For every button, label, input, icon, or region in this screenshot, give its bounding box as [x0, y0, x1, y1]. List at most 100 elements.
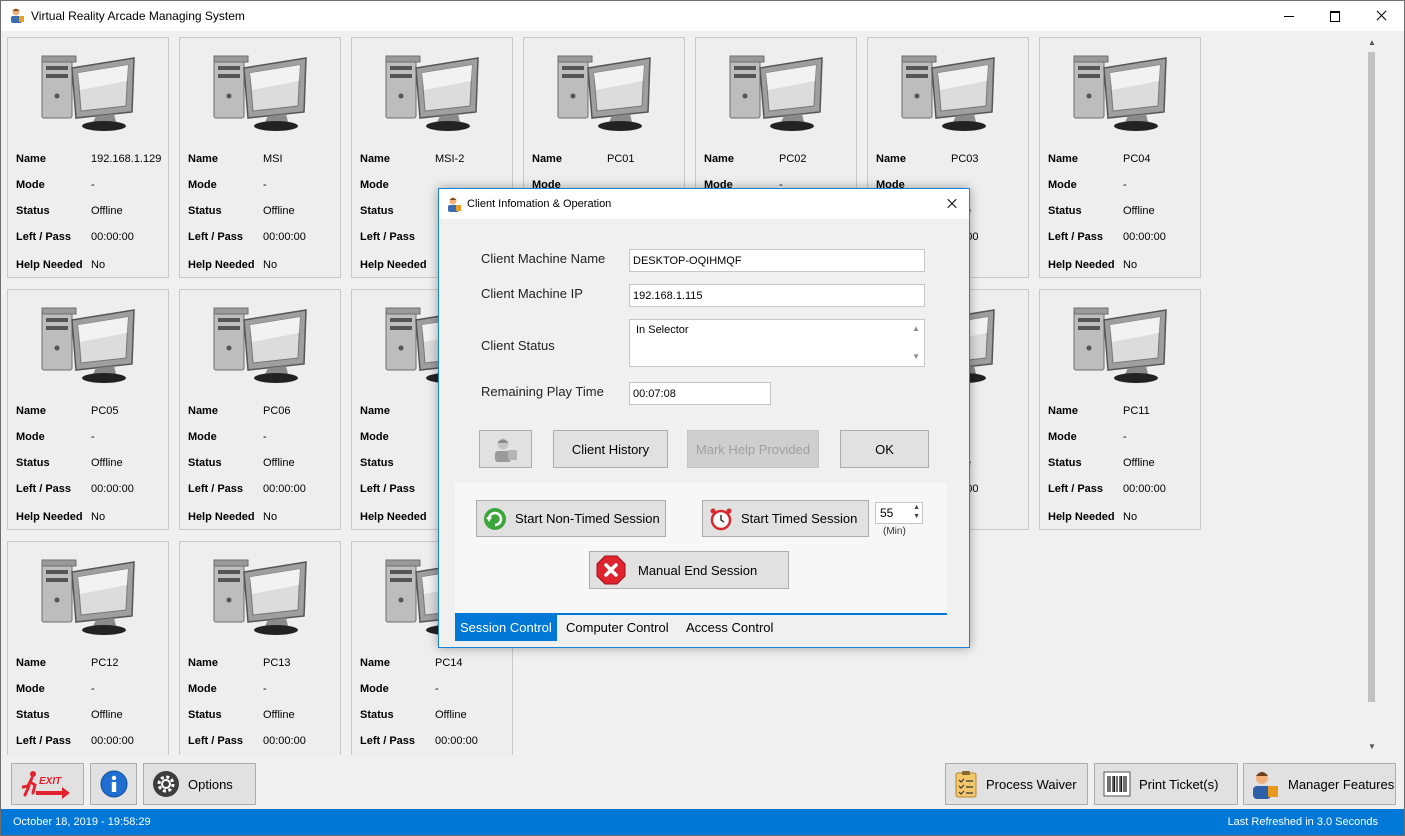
status-scroll-up-icon[interactable]: ▲	[912, 324, 920, 333]
barcode-icon	[1103, 771, 1131, 797]
pc-name-value: 192.168.1.129	[91, 153, 162, 165]
pc-mode-label: Mode	[188, 431, 217, 443]
bottom-toolbar: EXIT Options Process Waiver Print Ticket…	[1, 755, 1404, 810]
pc-status-label: Status	[188, 709, 222, 721]
minutes-unit: (Min)	[883, 526, 906, 537]
pc-card[interactable]: Name MSI Mode - Status Offline Left / Pass 00:0…	[179, 37, 341, 278]
pc-card[interactable]: Name PC06 Mode - Status Offline Left / Pass 00:…	[179, 289, 341, 530]
user-photo-button[interactable]	[479, 430, 532, 468]
start-timed-session-button[interactable]: Start Timed Session	[702, 500, 869, 537]
title-bar: Virtual Reality Arcade Managing System	[1, 1, 1404, 31]
tab-access-control[interactable]: Access Control	[681, 615, 778, 641]
pc-help-value: No	[263, 511, 278, 523]
dialog-title-bar: Client Infomation & Operation	[439, 189, 969, 219]
pc-mode-label: Mode	[1048, 431, 1077, 443]
remaining-time-field[interactable]	[629, 382, 771, 405]
pc-status-label: Status	[16, 205, 50, 217]
info-button[interactable]	[90, 763, 137, 805]
exit-running-icon: EXIT	[21, 771, 70, 799]
scroll-up-icon[interactable]: ▲	[1367, 37, 1377, 49]
computer-icon	[385, 55, 479, 131]
process-waiver-label: Process Waiver	[986, 776, 1077, 792]
stepper-down-icon[interactable]: ▼	[913, 513, 920, 520]
minutes-stepper[interactable]: 55 ▲ ▼	[875, 502, 923, 524]
pc-help-value: No	[263, 259, 278, 271]
tab-session-control[interactable]: Session Control	[455, 615, 557, 641]
pc-status-label: Status	[16, 709, 50, 721]
scroll-thumb[interactable]	[1368, 52, 1375, 702]
pc-mode-label: Mode	[16, 179, 45, 191]
app-user-icon	[11, 8, 24, 23]
machine-name-field[interactable]	[629, 249, 925, 272]
status-scroll-down-icon[interactable]: ▼	[912, 352, 920, 361]
machine-ip-field[interactable]	[629, 284, 925, 307]
pc-status-value: Offline	[263, 709, 295, 721]
pc-name-label: Name	[1048, 153, 1078, 165]
pc-card[interactable]: Name PC11 Mode - Status Offline Left / Pass 00:…	[1039, 289, 1201, 530]
client-history-button[interactable]: Client History	[553, 430, 668, 468]
options-label: Options	[188, 776, 233, 792]
pc-help-value: No	[91, 259, 106, 271]
computer-icon	[41, 307, 135, 383]
pc-left-value: 00:00:00	[91, 735, 134, 747]
minimize-button[interactable]	[1266, 1, 1312, 31]
pc-status-value: Offline	[91, 709, 123, 721]
pc-mode-label: Mode	[16, 431, 45, 443]
pc-name-label: Name	[188, 657, 218, 669]
clipboard-icon	[955, 771, 977, 798]
pc-mode-value: -	[263, 683, 267, 695]
client-status-field[interactable]: In Selector ▲ ▼	[629, 319, 925, 367]
pc-mode-value: -	[1123, 179, 1127, 191]
pc-status-label: Status	[360, 709, 394, 721]
ok-button[interactable]: OK	[840, 430, 929, 468]
start-non-timed-session-button[interactable]: Start Non-Timed Session	[476, 500, 666, 537]
pc-status-label: Status	[188, 205, 222, 217]
pc-card[interactable]: Name PC13 Mode - Status Offline Left / Pass 00:…	[179, 541, 341, 755]
pc-help-label: Help Needed	[1048, 511, 1115, 523]
pc-left-value: 00:00:00	[435, 735, 478, 747]
pc-mode-label: Mode	[188, 683, 217, 695]
pc-help-label: Help Needed	[16, 259, 83, 271]
dialog-close-icon[interactable]	[945, 196, 959, 210]
pc-left-label: Left / Pass	[16, 231, 72, 243]
pc-card[interactable]: Name PC04 Mode - Status Offline Left / Pass 00:…	[1039, 37, 1201, 278]
pc-card[interactable]: Name PC05 Mode - Status Offline Left / Pass 00:…	[7, 289, 169, 530]
mark-help-provided-button[interactable]: Mark Help Provided	[687, 430, 819, 468]
exit-button[interactable]: EXIT	[11, 763, 84, 805]
tab-computer-control[interactable]: Computer Control	[561, 615, 674, 641]
manager-features-button[interactable]: Manager Features	[1243, 763, 1396, 805]
pc-left-label: Left / Pass	[360, 231, 416, 243]
pc-name-label: Name	[532, 153, 562, 165]
pc-card[interactable]: Name 192.168.1.129 Mode - Status Offline Left …	[7, 37, 169, 278]
pc-left-value: 00:00:00	[263, 735, 306, 747]
pc-name-label: Name	[360, 405, 390, 417]
pc-name-label: Name	[1048, 405, 1078, 417]
computer-icon	[1073, 55, 1167, 131]
red-x-icon	[596, 555, 626, 585]
maximize-button[interactable]	[1312, 1, 1358, 31]
gear-icon	[153, 771, 179, 797]
manual-end-session-button[interactable]: Manual End Session	[589, 551, 789, 589]
pc-left-label: Left / Pass	[360, 483, 416, 495]
pc-status-label: Status	[16, 457, 50, 469]
scroll-down-icon[interactable]: ▼	[1367, 741, 1377, 753]
pc-status-label: Status	[360, 457, 394, 469]
pc-help-value: No	[1123, 511, 1138, 523]
pc-status-value: Offline	[1123, 457, 1155, 469]
pc-status-value: Offline	[91, 205, 123, 217]
stepper-up-icon[interactable]: ▲	[913, 504, 920, 511]
pc-mode-value: -	[91, 431, 95, 443]
options-button[interactable]: Options	[143, 763, 256, 805]
non-timed-label: Start Non-Timed Session	[515, 511, 660, 526]
pc-help-label: Help Needed	[360, 259, 427, 271]
close-button[interactable]	[1358, 1, 1404, 31]
computer-icon	[901, 55, 995, 131]
process-waiver-button[interactable]: Process Waiver	[945, 763, 1088, 805]
print-tickets-button[interactable]: Print Ticket(s)	[1094, 763, 1238, 805]
pc-name-value: PC04	[1123, 153, 1151, 165]
vertical-scrollbar[interactable]: ▲ ▼	[1367, 37, 1377, 753]
refresh-text: Last Refreshed in 3.0 Seconds	[1227, 816, 1378, 828]
pc-name-value: PC13	[263, 657, 291, 669]
pc-name-value: PC05	[91, 405, 119, 417]
pc-card[interactable]: Name PC12 Mode - Status Offline Left / Pass 00:…	[7, 541, 169, 755]
